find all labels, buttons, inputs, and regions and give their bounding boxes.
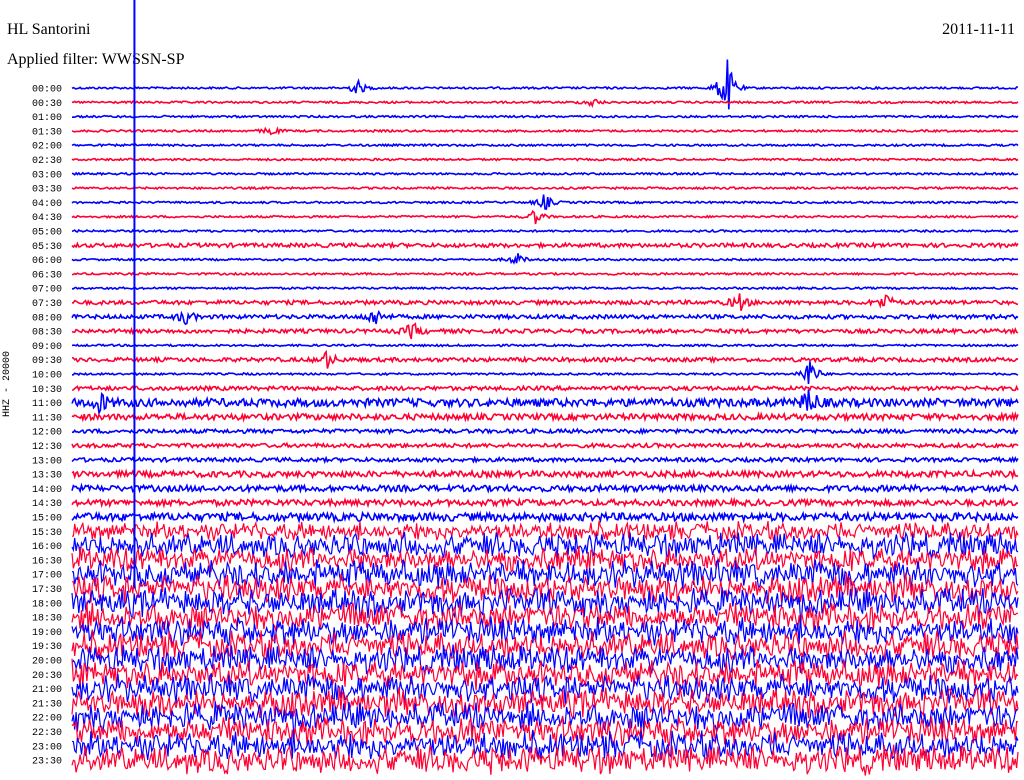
trace-row	[71, 496, 1019, 509]
time-tick-label: 03:30	[32, 185, 62, 196]
trace-row	[71, 228, 1019, 234]
time-tick-label: 11:00	[32, 399, 62, 410]
trace-row	[71, 209, 1019, 225]
trace-row	[71, 343, 1019, 348]
trace-row	[71, 616, 1019, 647]
trace-row	[71, 142, 1019, 148]
time-tick-label: 14:30	[32, 499, 62, 510]
time-tick-label: 18:30	[32, 614, 62, 625]
time-tick-label: 01:00	[32, 113, 62, 124]
trace-row	[71, 468, 1019, 480]
time-tick-label: 07:30	[32, 299, 62, 310]
trace-row	[71, 744, 1019, 776]
trace-row	[71, 126, 1019, 136]
time-tick-label: 04:00	[32, 199, 62, 210]
time-tick-label: 08:30	[32, 328, 62, 339]
trace-row	[72, 426, 1019, 436]
time-tick-label: 21:00	[32, 685, 62, 696]
time-tick-label: 19:00	[32, 628, 62, 639]
time-tick-label: 10:30	[32, 385, 62, 396]
trace-row	[71, 157, 1019, 162]
time-tick-label: 10:00	[32, 371, 62, 382]
time-tick-label: 06:30	[32, 270, 62, 281]
time-tick-label: 17:30	[32, 585, 62, 596]
helicorder-plot: 00:00 00:30 01:00 01:30 02:00 02:30 03:00 03:30…	[32, 0, 1019, 776]
trace-row	[72, 293, 1019, 311]
trace-row	[71, 349, 1019, 369]
time-tick-label: 21:30	[32, 699, 62, 710]
trace-row	[71, 285, 1019, 291]
time-tick-label: 02:30	[32, 156, 62, 167]
time-tick-label: 03:00	[32, 170, 62, 181]
trace-row	[71, 441, 1019, 450]
trace-row	[71, 601, 1019, 634]
time-tick-label: 20:30	[32, 671, 62, 682]
time-tick-label: 19:30	[32, 642, 62, 653]
time-tick-label: 05:30	[32, 242, 62, 253]
time-tick-label: 11:30	[32, 413, 62, 424]
time-tick-label: 12:30	[32, 442, 62, 453]
time-tick-label: 07:00	[32, 285, 62, 296]
trace-row	[71, 114, 1019, 119]
time-tick-label: 13:30	[32, 471, 62, 482]
time-tick-label: 15:30	[32, 528, 62, 539]
time-tick-label: 02:00	[32, 142, 62, 153]
trace-row	[71, 98, 1019, 109]
trace-row	[71, 482, 1019, 495]
time-tick-label: 22:30	[32, 728, 62, 739]
trace-row	[71, 389, 1019, 416]
trace-row	[71, 309, 1019, 326]
trace-row	[71, 194, 1019, 210]
trace-row	[71, 241, 1019, 250]
trace-row	[71, 455, 1019, 465]
time-tick-label: 08:00	[32, 313, 62, 324]
trace-row	[71, 520, 1019, 543]
time-tick-label: 20:00	[32, 657, 62, 668]
trace-row	[71, 271, 1019, 277]
time-tick-label: 00:30	[32, 99, 62, 110]
trace-row	[71, 411, 1019, 423]
time-tick-label: 13:00	[32, 456, 62, 467]
time-tick-label: 17:00	[32, 571, 62, 582]
time-tick-label: 01:30	[32, 127, 62, 138]
time-tick-label: 23:30	[32, 757, 62, 768]
trace-row	[71, 185, 1018, 191]
time-tick-label: 15:00	[32, 514, 62, 525]
time-tick-label: 23:00	[32, 742, 62, 753]
trace-row	[71, 171, 1019, 177]
time-tick-label: 16:00	[32, 542, 62, 553]
trace-row	[71, 322, 1019, 340]
trace-row	[71, 510, 1019, 525]
time-tick-label: 06:00	[32, 256, 62, 267]
time-tick-label: 22:00	[32, 714, 62, 725]
time-tick-label: 09:30	[32, 356, 62, 367]
time-tick-label: 09:00	[32, 342, 62, 353]
trace-row	[71, 384, 1019, 393]
time-tick-label: 14:00	[32, 485, 62, 496]
time-tick-label: 12:00	[32, 428, 62, 439]
time-tick-label: 18:00	[32, 599, 62, 610]
time-tick-label: 00:00	[32, 85, 62, 96]
time-tick-label: 05:00	[32, 228, 62, 239]
time-tick-label: 16:30	[32, 556, 62, 567]
trace-row	[71, 361, 1019, 384]
trace-row	[71, 253, 1019, 265]
time-tick-label: 04:30	[32, 213, 62, 224]
